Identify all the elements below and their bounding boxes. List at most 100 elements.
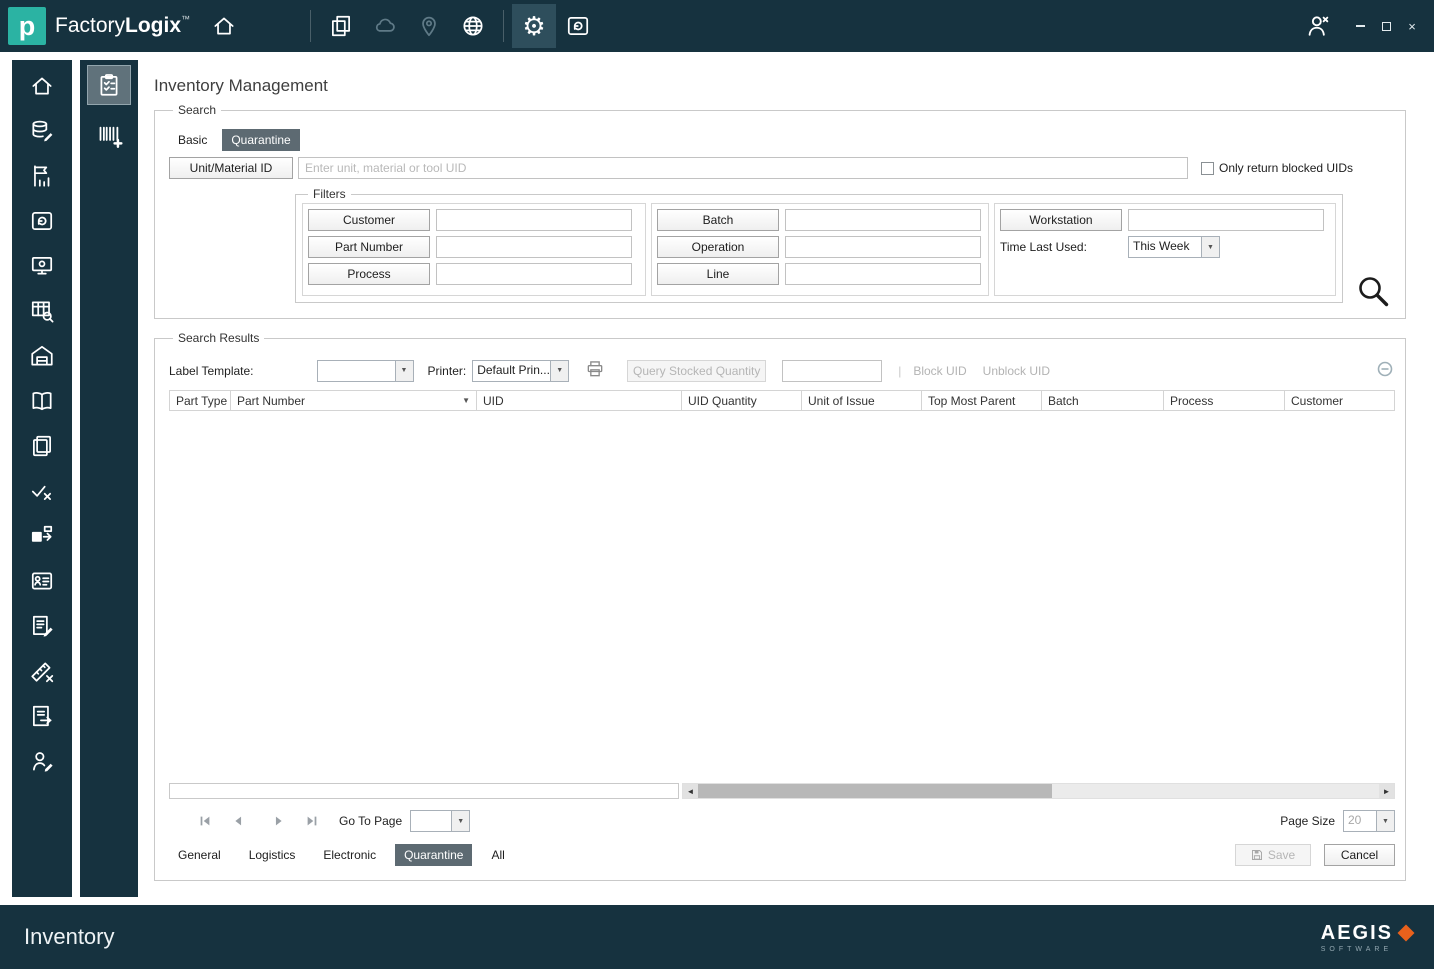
scrollbar-thumb[interactable] [698,784,1053,798]
column-header-unit-of-issue[interactable]: Unit of Issue [802,391,922,410]
print-button[interactable] [585,359,605,382]
module-item-barcode-add[interactable] [89,115,129,155]
tab-logistics[interactable]: Logistics [240,844,305,866]
sidebar-item-design[interactable] [22,651,62,691]
batch-filter-button[interactable]: Batch [657,209,779,231]
tab-general[interactable]: General [169,844,230,866]
column-header-customer[interactable]: Customer [1285,391,1394,410]
warehouse-icon [31,345,53,366]
unit-material-id-button[interactable]: Unit/Material ID [169,157,293,179]
cloud-button[interactable] [363,4,407,48]
quantity-input[interactable] [782,359,883,382]
user-button[interactable] [1296,4,1340,48]
tab-electronic[interactable]: Electronic [314,844,385,866]
sidebar-item-changeover[interactable] [22,201,62,241]
chevron-down-icon: ▼ [1201,237,1219,257]
batch-filter-input[interactable] [785,209,981,231]
line-filter-button[interactable]: Line [657,263,779,285]
sidebar-item-home[interactable] [22,66,62,106]
first-page-button[interactable] [193,812,217,830]
recent-button[interactable] [556,4,600,48]
documents-button[interactable] [319,4,363,48]
scroll-right-icon[interactable]: ► [1379,784,1394,798]
column-header-top-most-parent[interactable]: Top Most Parent [922,391,1042,410]
globe-button[interactable] [451,4,495,48]
next-page-button[interactable] [267,812,291,830]
horizontal-scrollbar[interactable]: ◄ ► [682,783,1395,799]
prev-page-button[interactable] [226,812,250,830]
column-header-uid-quantity[interactable]: UID Quantity [682,391,802,410]
location-button[interactable] [407,4,451,48]
aegis-diamond-icon [1397,924,1415,942]
customer-filter-button[interactable]: Customer [308,209,430,231]
user-logout-icon [1308,16,1329,36]
customer-filter-input[interactable] [436,209,632,231]
cancel-button[interactable]: Cancel [1324,844,1395,866]
line-filter-input[interactable] [785,263,981,285]
page-size-select[interactable]: 20 ▼ [1343,810,1395,832]
save-button[interactable]: Save [1235,844,1311,866]
page-title: Inventory Management [154,76,328,95]
clear-results-button[interactable] [1377,361,1393,380]
settings-button[interactable]: ⚙ [512,4,557,48]
sidebar-item-quality[interactable] [22,471,62,511]
column-header-part-type[interactable]: Part Type [170,391,231,410]
maximize-button[interactable] [1376,16,1396,36]
query-stocked-quantity-button[interactable]: Query Stocked Quantity [627,359,767,382]
label-template-select[interactable]: ▼ [316,359,414,382]
sidebar-item-transfer[interactable] [22,516,62,556]
process-filter-input[interactable] [436,263,632,285]
sidebar-item-document-edit[interactable] [22,606,62,646]
process-filter-button[interactable]: Process [308,263,430,285]
minimize-button[interactable] [1350,16,1370,36]
home-icon [214,17,234,35]
operation-filter-input[interactable] [785,236,981,258]
block-uid-button[interactable]: Block UID [913,364,966,378]
blocked-uids-label: Only return blocked UIDs [1219,161,1354,175]
tab-quarantine-results[interactable]: Quarantine [395,844,473,866]
sidebar-item-templates[interactable] [22,426,62,466]
sidebar-item-workstation[interactable] [22,246,62,286]
printer-select[interactable]: Default Prin... ▼ [472,359,570,382]
sidebar-item-records[interactable] [22,561,62,601]
chevron-down-icon: ▼ [394,360,413,381]
operation-filter-button[interactable]: Operation [657,236,779,258]
unblock-uid-button[interactable]: Unblock UID [983,364,1050,378]
tab-all[interactable]: All [482,844,513,866]
sidebar-item-warehouse[interactable] [22,336,62,376]
aegis-logo: AEGIS SOFTWARE [1321,922,1415,953]
tab-basic[interactable]: Basic [169,129,216,151]
go-to-page-select[interactable]: ▼ [410,810,471,832]
close-button[interactable]: × [1402,16,1422,36]
sidebar-item-data-grid[interactable] [22,291,62,331]
main-sidebar [12,60,72,897]
scrollbar-track[interactable] [698,784,1379,798]
part-number-filter-button[interactable]: Part Number [308,236,430,258]
sidebar-item-document-transfer[interactable] [22,696,62,736]
module-item-audit-selected[interactable] [87,65,131,105]
column-header-process[interactable]: Process [1164,391,1285,410]
sidebar-item-materials[interactable] [22,111,62,151]
window-controls: × [1350,16,1422,36]
audit-checklist-icon [100,74,118,96]
search-submit-button[interactable] [1355,273,1391,312]
column-header-part-number[interactable]: Part Number ▼ [231,391,477,410]
time-last-used-select[interactable]: This Week ▼ [1128,236,1220,258]
sidebar-item-operator[interactable] [22,741,62,781]
part-number-filter-input[interactable] [436,236,632,258]
column-header-uid[interactable]: UID [477,391,682,410]
sidebar-item-documentation[interactable] [22,381,62,421]
tab-quarantine[interactable]: Quarantine [222,129,300,151]
workstation-filter-input[interactable] [1128,209,1324,231]
unit-search-row: Unit/Material ID Only return blocked UID… [169,157,1393,179]
scroll-left-icon[interactable]: ◄ [683,784,698,798]
last-page-button[interactable] [300,812,324,830]
column-header-batch[interactable]: Batch [1042,391,1164,410]
filters-panel: Filters Customer Part Number Process Bat… [295,187,1343,303]
cloud-icon [375,18,395,32]
blocked-uids-checkbox[interactable] [1201,161,1214,175]
home-button[interactable] [202,4,246,48]
workstation-filter-button[interactable]: Workstation [1000,209,1122,231]
unit-id-input[interactable] [298,157,1188,179]
sidebar-item-planning[interactable] [22,156,62,196]
